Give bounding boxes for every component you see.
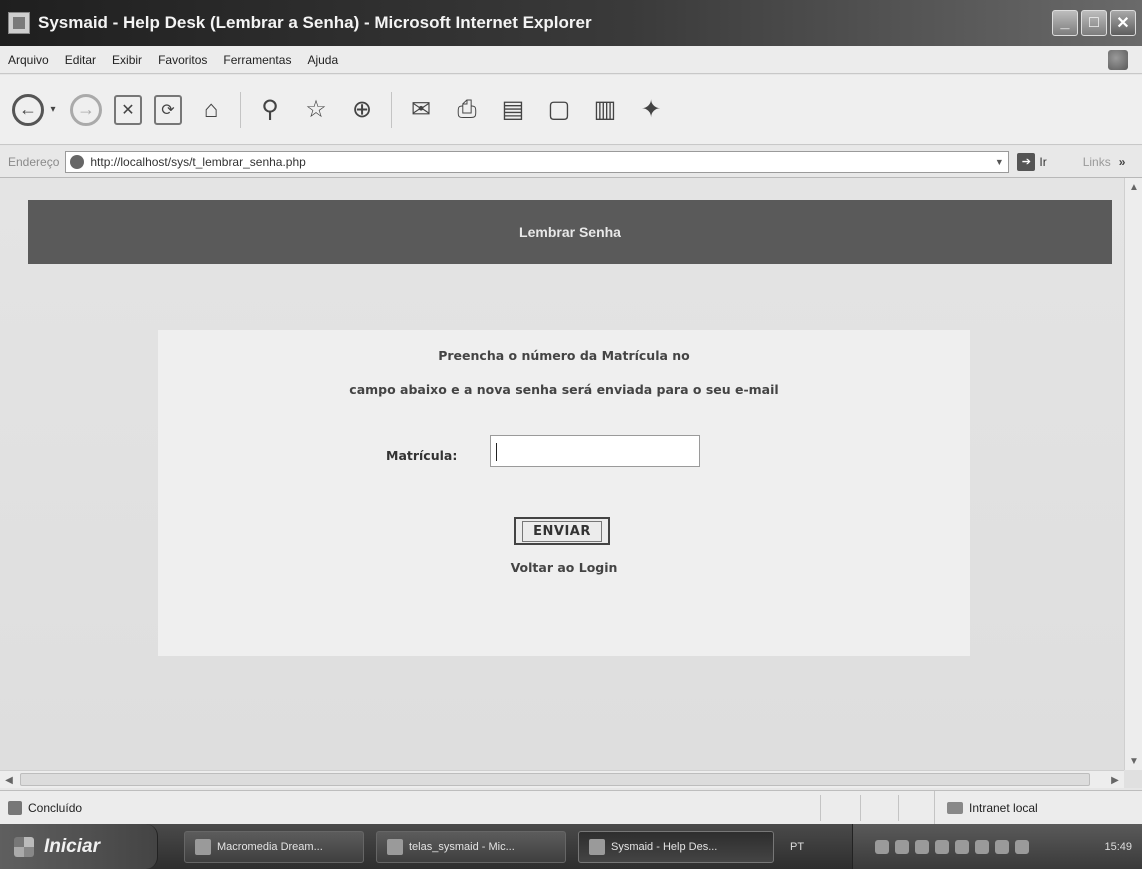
menu-bar: Arquivo Editar Exibir Favoritos Ferramen… xyxy=(0,46,1142,74)
tray-misc-icon[interactable] xyxy=(1015,839,1029,854)
banner-title: Lembrar Senha xyxy=(519,224,621,240)
discuss-icon[interactable]: ▢ xyxy=(542,93,576,127)
browser-window: Sysmaid - Help Desk (Lembrar a Senha) - … xyxy=(0,0,1142,869)
form-panel: Preencha o número da Matrícula no campo … xyxy=(158,330,970,656)
address-bar: Endereço http://localhost/sys/t_lembrar_… xyxy=(0,146,1142,178)
forward-icon[interactable]: → xyxy=(70,93,102,126)
page-icon xyxy=(70,154,85,169)
zone-label: Intranet local xyxy=(969,801,1038,815)
instruction-line-2: campo abaixo e a nova senha será enviada… xyxy=(349,382,779,397)
security-zone[interactable]: Intranet local xyxy=(934,791,1038,825)
taskbar-item-ie[interactable]: Sysmaid - Help Des... xyxy=(578,830,774,863)
tray-antivirus-icon[interactable] xyxy=(915,839,929,854)
enviar-label: ENVIAR xyxy=(522,520,602,542)
instruction-line-1: Preencha o número da Matrícula no xyxy=(438,348,690,363)
home-icon[interactable]: ⌂ xyxy=(194,93,228,127)
research-icon[interactable]: ▥ xyxy=(588,93,622,127)
start-button[interactable]: Iniciar xyxy=(0,824,158,869)
task-label: telas_sysmaid - Mic... xyxy=(409,840,515,853)
tray-messenger-icon[interactable] xyxy=(955,839,969,854)
page-banner: Lembrar Senha xyxy=(28,200,1112,264)
menu-arquivo[interactable]: Arquivo xyxy=(8,53,49,67)
horizontal-scrollbar[interactable]: ◀ ▶ xyxy=(0,770,1124,788)
task-label: Macromedia Dream... xyxy=(217,840,323,853)
start-label: Iniciar xyxy=(44,835,100,857)
tray-security-icon[interactable] xyxy=(975,839,989,854)
title-bar: Sysmaid - Help Desk (Lembrar a Senha) - … xyxy=(0,0,1142,46)
tray-app-icon[interactable] xyxy=(995,839,1009,854)
language-indicator[interactable]: PT xyxy=(790,841,804,853)
system-tray: 15:49 xyxy=(852,824,1142,869)
tray-volume-icon[interactable] xyxy=(895,839,909,854)
go-arrow-icon: ➔ xyxy=(1017,152,1036,171)
scroll-left-icon[interactable]: ◀ xyxy=(0,771,18,789)
minimize-button[interactable]: _ xyxy=(1052,10,1078,36)
status-text: Concluído xyxy=(28,800,83,815)
back-dropdown-icon[interactable]: ▾ xyxy=(48,93,58,127)
scroll-thumb[interactable] xyxy=(20,773,1090,786)
menu-favoritos[interactable]: Favoritos xyxy=(158,53,207,67)
tray-update-icon[interactable] xyxy=(935,839,949,854)
matricula-label: Matrícula: xyxy=(386,448,458,463)
print-icon[interactable]: ⎙ xyxy=(450,93,484,127)
status-divider xyxy=(820,795,821,821)
back-icon[interactable]: ← xyxy=(12,93,44,126)
address-label: Endereço xyxy=(8,154,60,169)
stop-icon[interactable]: ✕ xyxy=(114,94,142,125)
toolbar: ← ▾ → ✕ ⟳ ⌂ ⚲ ☆ ⊕ ✉ ⎙ ▤ ▢ ▥ ✦ xyxy=(0,75,1142,145)
windows-logo-icon xyxy=(14,836,34,857)
page-content: Lembrar Senha Preencha o número da Matrí… xyxy=(0,178,1124,770)
scroll-corner xyxy=(1124,770,1142,788)
links-chevron-icon[interactable]: » xyxy=(1119,155,1126,169)
favorites-icon[interactable]: ☆ xyxy=(299,93,333,127)
address-input[interactable]: http://localhost/sys/t_lembrar_senha.php… xyxy=(65,150,1010,173)
ie-icon xyxy=(589,838,605,855)
task-label: Sysmaid - Help Des... xyxy=(611,840,718,853)
window-title: Sysmaid - Help Desk (Lembrar a Senha) - … xyxy=(38,13,592,32)
matricula-input[interactable] xyxy=(490,435,700,467)
menu-exibir[interactable]: Exibir xyxy=(112,53,142,67)
maximize-button[interactable]: □ xyxy=(1081,10,1107,36)
dreamweaver-icon xyxy=(195,838,211,855)
intranet-icon xyxy=(947,802,963,814)
refresh-icon[interactable]: ⟳ xyxy=(154,94,182,125)
address-url[interactable]: http://localhost/sys/t_lembrar_senha.php xyxy=(90,155,305,169)
menu-ajuda[interactable]: Ajuda xyxy=(307,53,338,67)
toolbar-separator xyxy=(240,91,241,128)
address-dropdown-icon[interactable]: ▼ xyxy=(992,154,1006,170)
menu-ferramentas[interactable]: Ferramentas xyxy=(223,53,291,67)
taskbar-item-word[interactable]: telas_sysmaid - Mic... xyxy=(376,830,566,863)
scroll-up-icon[interactable]: ▲ xyxy=(1125,178,1142,196)
taskbar-item-dreamweaver[interactable]: Macromedia Dream... xyxy=(184,830,364,863)
ie-app-icon xyxy=(8,12,30,34)
scroll-right-icon[interactable]: ▶ xyxy=(1106,771,1124,789)
history-icon[interactable]: ⊕ xyxy=(345,93,379,127)
tray-network-icon[interactable] xyxy=(875,839,889,854)
status-bar: Concluído Intranet local xyxy=(0,790,1142,825)
edit-icon[interactable]: ▤ xyxy=(496,93,530,127)
go-button[interactable]: ➔ Ir xyxy=(1017,152,1047,171)
scroll-down-icon[interactable]: ▼ xyxy=(1125,752,1142,770)
status-divider xyxy=(860,795,861,821)
windows-flag-icon xyxy=(1108,50,1128,70)
status-divider xyxy=(898,795,899,821)
menu-editar[interactable]: Editar xyxy=(65,53,96,67)
mail-icon[interactable]: ✉ xyxy=(404,93,438,127)
go-label: Ir xyxy=(1039,154,1047,169)
messenger-icon[interactable]: ✦ xyxy=(634,93,668,127)
word-doc-icon xyxy=(387,838,403,855)
enviar-button[interactable]: ENVIAR xyxy=(514,517,610,545)
vertical-scrollbar[interactable]: ▲ ▼ xyxy=(1124,178,1142,770)
toolbar-separator xyxy=(391,91,392,128)
search-icon[interactable]: ⚲ xyxy=(253,93,287,127)
close-button[interactable]: ✕ xyxy=(1110,10,1136,36)
back-to-login-link[interactable]: Voltar ao Login xyxy=(158,560,970,575)
links-label[interactable]: Links xyxy=(1083,155,1111,169)
clock[interactable]: 15:49 xyxy=(1104,841,1132,853)
taskbar: Iniciar Macromedia Dream... telas_sysmai… xyxy=(0,824,1142,869)
window-controls: _ □ ✕ xyxy=(1052,10,1136,36)
done-page-icon xyxy=(8,800,22,815)
